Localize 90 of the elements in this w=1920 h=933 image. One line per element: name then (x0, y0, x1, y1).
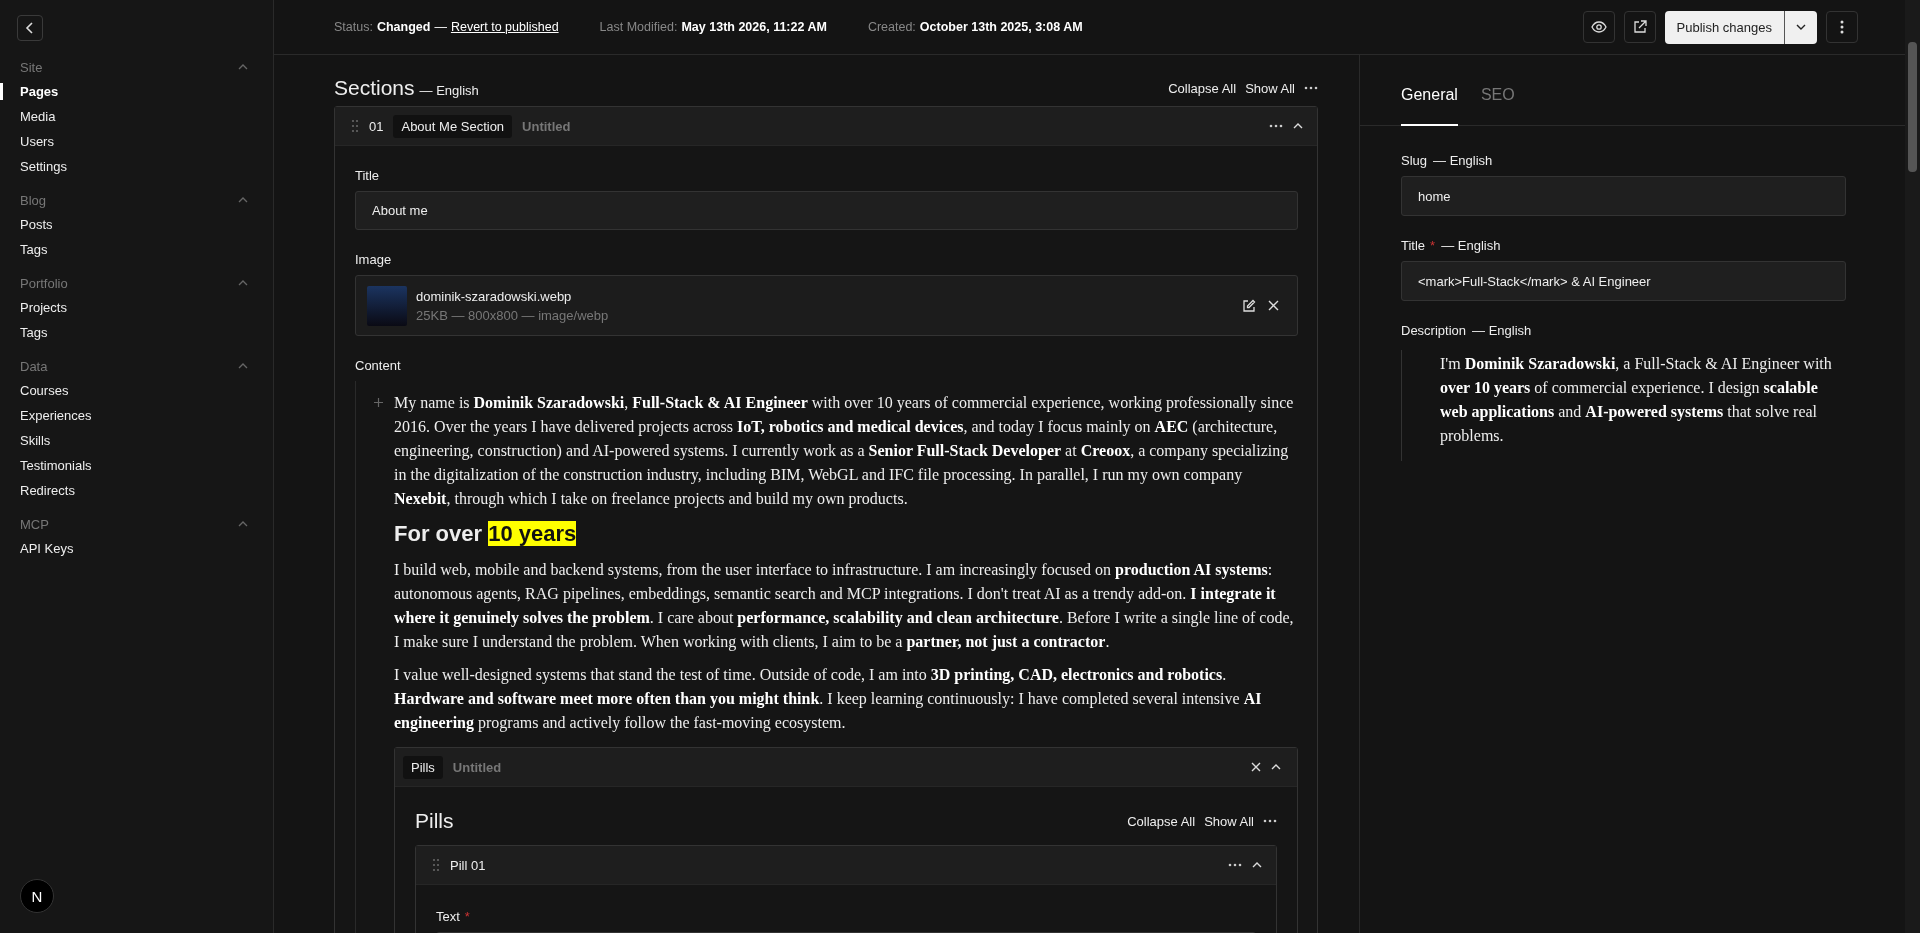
drag-handle-icon[interactable] (351, 119, 359, 133)
nav-group-label: Site (20, 59, 43, 75)
nav-item[interactable]: API Keys (20, 541, 74, 556)
paragraph: My name is Dominik Szaradowski, Full-Stack & AI Engineer with over 10 years of commercial experience, working professionally since 2016. Over the years I have delivered projects across IoT, robotics and medical devices, and today I focus mainly on AEC (architecture, engineering, construction) and AI-powered systems. I currently work as a Senior Full-Stack Developer at Creoox, a company specializing in the digitalization of the construction industry, including BIM, WebGL and IFC file processing. In parallel, I run my own company Nexebit, through which I take on freelance projects and build my own products. (394, 393, 1295, 510)
open-external-button[interactable] (1623, 11, 1656, 43)
field-label: Description (1401, 323, 1467, 338)
eye-icon (1590, 21, 1607, 33)
field-label: Slug (1401, 153, 1428, 168)
collapse-all-link[interactable]: Collapse All (1168, 80, 1237, 96)
nav-group-label: Data (20, 358, 48, 374)
slug-input[interactable]: home (1401, 176, 1846, 216)
logo-badge[interactable]: N (20, 879, 54, 913)
more-icon[interactable] (1228, 863, 1242, 867)
status-value: Changed (376, 20, 431, 34)
locale-label: — English (1441, 238, 1501, 253)
modified-date: May 13th 2026, 11:22 AM (681, 20, 827, 34)
kebab-icon (1840, 20, 1844, 34)
more-icon[interactable] (1269, 124, 1283, 128)
required-asterisk: * (464, 909, 470, 924)
chevron-left-icon (25, 22, 35, 34)
locale-label: — English (419, 83, 479, 98)
nav-item[interactable]: Settings (20, 159, 67, 174)
nav-item[interactable]: Courses (20, 383, 69, 398)
title-input[interactable]: About me (355, 191, 1298, 230)
more-button[interactable] (1826, 11, 1858, 43)
required-asterisk: * (1430, 238, 1436, 253)
description-editor[interactable]: I'm Dominik Szaradowski, a Full-Stack & AI Engineer with over 10 years of commercial experience. I design scalable web applications and AI-powered systems that solve real problems. (1401, 350, 1846, 461)
nav-item[interactable]: Tags (20, 325, 48, 340)
nav-item[interactable]: Users (20, 134, 54, 149)
paragraph: I'm Dominik Szaradowski, a Full-Stack & AI Engineer with over 10 years of commercial experience. I design scalable web applications and AI-powered systems that solve real problems. (1440, 354, 1833, 447)
nav-item[interactable]: Media (20, 109, 56, 124)
more-icon[interactable] (1263, 819, 1277, 823)
add-icon[interactable] (374, 398, 383, 407)
title-input[interactable]: <mark>Full-Stack</mark> & AI Engineer (1401, 261, 1846, 301)
revert-link[interactable]: Revert to published (450, 20, 559, 34)
modified-label: Last Modified: (599, 20, 678, 34)
status-label: Status: (334, 20, 373, 34)
nav-item[interactable]: Redirects (20, 483, 75, 498)
field-label: Text (436, 909, 460, 924)
publish-button[interactable]: Publish changes (1664, 10, 1785, 44)
block-type-tag: About Me Section (393, 114, 513, 138)
field-label: Image (355, 252, 393, 267)
locale-label: — English (1433, 153, 1493, 168)
field-label: Title (1401, 238, 1426, 253)
more-icon[interactable] (1304, 86, 1318, 90)
close-icon[interactable] (1251, 762, 1261, 772)
block-label: Untitled (452, 759, 502, 775)
scrollbar[interactable] (1905, 0, 1920, 933)
nav-group-label: MCP (20, 516, 49, 532)
paragraph: I build web, mobile and backend systems, from the user interface to infrastructure. I am increasingly focused on production AI systems: autonomous agents, RAG pipelines, embeddings, semantic search and MCP integrations. I don't treat AI as a trendy add-on. I integrate it where it genuinely solves the problem. I care about performance, scalability and clean architecture. Before I write a single line of code, I make sure I understand the problem. When working with clients, I aim to be a partner, not just a contractor. (394, 560, 1295, 653)
nav-item[interactable]: Testimonials (20, 458, 92, 473)
locale-label: — English (1472, 323, 1532, 338)
drag-handle-icon[interactable] (432, 858, 440, 872)
collapse-all-link[interactable]: Collapse All (1127, 813, 1196, 829)
nav-item[interactable]: Skills (20, 433, 51, 448)
nav-item[interactable]: Experiences (20, 408, 92, 423)
file-meta: 25KB — 800x800 — image/webp (416, 307, 609, 323)
close-icon[interactable] (1268, 300, 1279, 311)
show-all-link[interactable]: Show All (1204, 813, 1254, 829)
block-number: 01 (369, 118, 384, 134)
edit-icon[interactable] (1242, 298, 1256, 313)
photo-placeholder (367, 285, 407, 326)
created-date: October 13th 2025, 3:08 AM (919, 20, 1083, 34)
pills-title: Pills (415, 809, 454, 833)
nav-group-label: Blog (20, 192, 47, 208)
field-label: Title (355, 168, 381, 183)
preview-button[interactable] (1582, 11, 1615, 43)
nav-item[interactable]: Posts (20, 217, 53, 232)
show-all-link[interactable]: Show All (1245, 80, 1295, 96)
external-link-icon (1632, 20, 1647, 34)
tab[interactable]: General (1401, 86, 1458, 126)
sections-title: Sections (334, 76, 415, 100)
block-label: Pill 01 (450, 857, 486, 873)
nav-group-label: Portfolio (20, 275, 68, 291)
created-label: Created: (867, 20, 916, 34)
rich-text-editor[interactable] (355, 381, 1298, 933)
block-label: Untitled (522, 118, 571, 134)
file-name: dominik-szaradowski.webp (416, 288, 573, 304)
heading: For over 10 years (394, 520, 578, 548)
paragraph: I value well-designed systems that stand the test of time. Outside of code, I am into 3D printing, CAD, electronics and robotics. Hardware and software meet more often than you might think. I keep learning continuously: I have completed several intensive AI engineering programs and actively follow the fast-moving ecosystem. (394, 665, 1263, 734)
separator: — (434, 20, 447, 34)
back-button[interactable] (17, 15, 43, 41)
tab[interactable]: SEO (1480, 86, 1515, 126)
nav-item[interactable]: Tags (20, 242, 48, 257)
block-type-tag: Pills (403, 755, 443, 779)
chevron-down-icon (1796, 24, 1806, 30)
publish-dropdown-button[interactable] (1785, 10, 1817, 44)
nav-item[interactable]: Projects (20, 300, 67, 315)
nav-item[interactable]: Pages (20, 84, 59, 99)
field-label: Content (355, 358, 402, 373)
